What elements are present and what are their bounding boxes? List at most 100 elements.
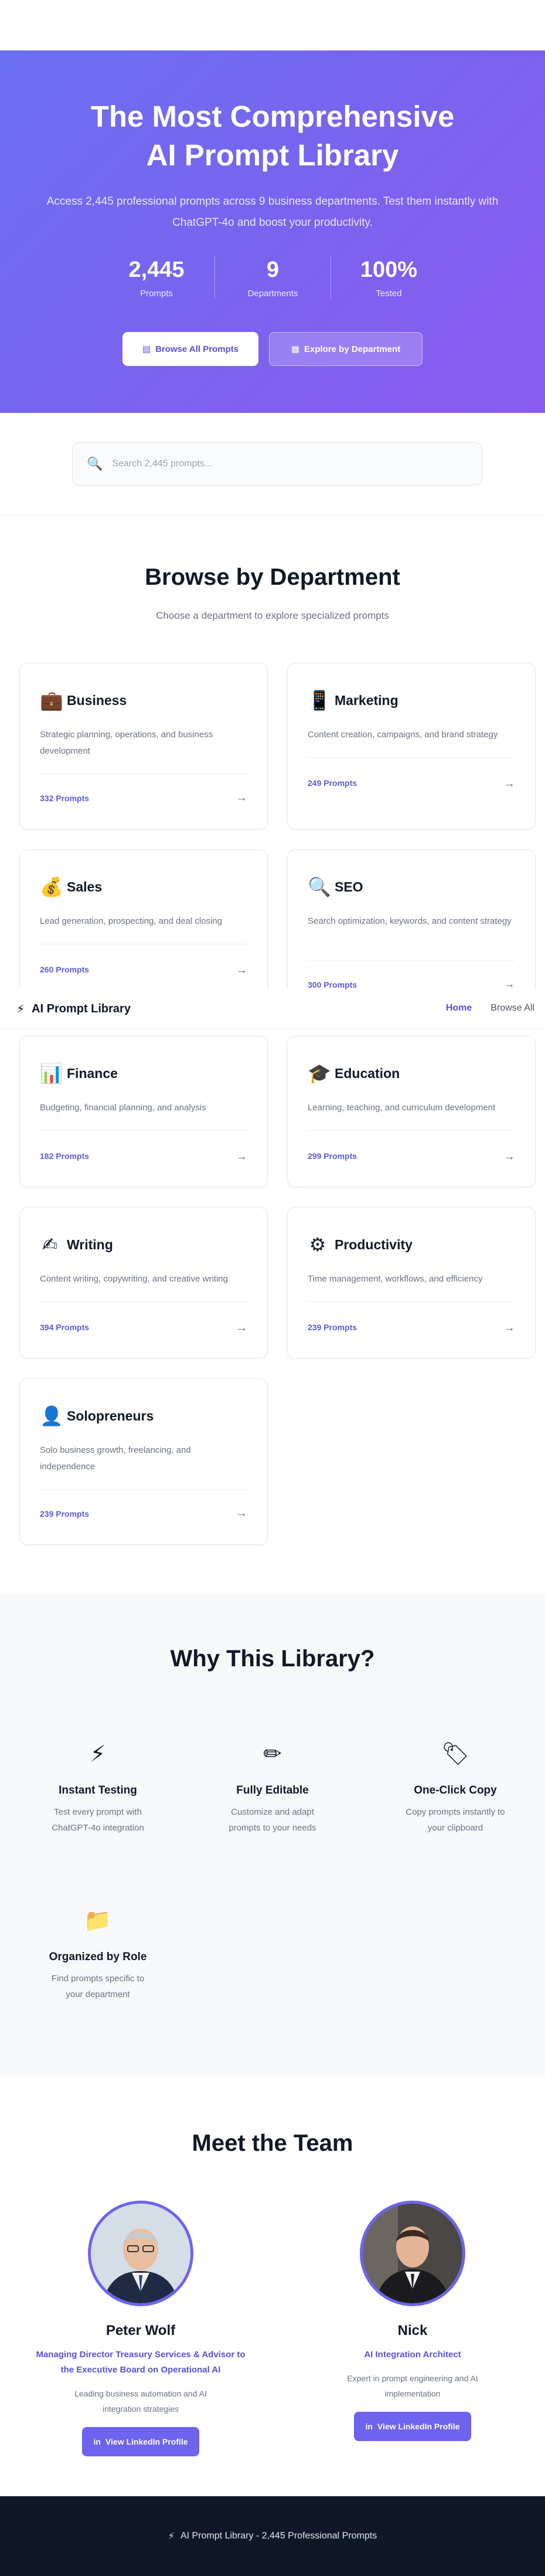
money-bag-icon: 💰 bbox=[40, 876, 63, 897]
arrow-right-icon: → bbox=[503, 1150, 515, 1163]
hero-subtitle: Access 2,445 professional prompts across… bbox=[35, 191, 510, 233]
arrow-right-icon: → bbox=[236, 1321, 247, 1334]
avatar bbox=[360, 2201, 465, 2306]
building-icon: ▦ bbox=[291, 344, 299, 354]
card-divider bbox=[308, 757, 515, 758]
feature-one-click-copy: 🏷 One-Click Copy Copy prompts instantly … bbox=[370, 1741, 540, 1836]
stats-row: 2,445 Prompts 9 Departments 100% Tested bbox=[0, 256, 545, 299]
department-card-business[interactable]: 💼 Business Strategic planning, operations… bbox=[19, 663, 268, 829]
card-divider bbox=[40, 1130, 247, 1131]
prompt-count: 299 Prompts bbox=[308, 1151, 357, 1161]
phone-icon: 📱 bbox=[308, 690, 331, 711]
person-icon: 👤 bbox=[40, 1405, 63, 1426]
browse-all-button[interactable]: ▤ Browse All Prompts bbox=[122, 332, 258, 366]
department-name: SEO bbox=[335, 879, 363, 894]
arrow-right-icon: → bbox=[236, 791, 247, 804]
department-card-productivity[interactable]: ⚙ Productivity Time management, workflows… bbox=[287, 1207, 536, 1358]
department-card-writing[interactable]: ✍ Writing Content writing, copywriting, a… bbox=[19, 1207, 268, 1358]
feature-title: Fully Editable bbox=[236, 1784, 309, 1797]
nav-brand[interactable]: ⚡ AI Prompt Library bbox=[16, 1002, 131, 1016]
why-title: Why This Library? bbox=[170, 1646, 375, 1672]
department-card-education[interactable]: 🎓 Education Learning, teaching, and curri… bbox=[287, 1036, 536, 1187]
chart-icon: 📊 bbox=[40, 1063, 63, 1084]
department-name: Productivity bbox=[335, 1236, 413, 1252]
portrait-image bbox=[363, 2204, 462, 2303]
feature-title: Instant Testing bbox=[59, 1784, 137, 1797]
hero-section: The Most Comprehensive AI Prompt Library… bbox=[0, 50, 545, 413]
feature-instant-testing: ⚡ Instant Testing Test every prompt with… bbox=[13, 1741, 183, 1836]
prompt-count: 332 Prompts bbox=[40, 794, 90, 803]
stat-value: 9 bbox=[266, 257, 280, 282]
nav-link-home[interactable]: Home bbox=[446, 1003, 472, 1014]
department-name: Marketing bbox=[335, 692, 398, 708]
books-icon: ▤ bbox=[142, 344, 151, 354]
hero-subtitle-line2: ChatGPT-4o and boost your productivity. bbox=[172, 216, 373, 229]
lightning-icon: ⚡ bbox=[168, 2531, 175, 2541]
department-description: Strategic planning, operations, and busi… bbox=[40, 730, 213, 756]
explore-department-button[interactable]: ▦ Explore by Department bbox=[269, 332, 423, 366]
browse-subtitle: Choose a department to explore specializ… bbox=[156, 610, 389, 621]
search-input[interactable] bbox=[112, 459, 441, 469]
magnifier-icon: 🔍 bbox=[308, 876, 331, 897]
stat-label: Departments bbox=[247, 289, 298, 299]
card-divider bbox=[308, 1301, 515, 1302]
department-name: Writing bbox=[67, 1236, 113, 1252]
department-description: Lead generation, prospecting, and deal c… bbox=[40, 916, 223, 926]
gear-icon: ⚙ bbox=[309, 1234, 326, 1255]
search-bar[interactable]: 🔍 bbox=[72, 442, 482, 486]
department-name: Sales bbox=[67, 879, 103, 894]
department-description: Content creation, campaigns, and brand s… bbox=[308, 730, 498, 740]
prompt-count: 300 Prompts bbox=[308, 980, 357, 989]
hero-title-line2: AI Prompt Library bbox=[146, 138, 399, 172]
department-card-finance[interactable]: 📊 Finance Budgeting, financial planning, … bbox=[19, 1036, 268, 1187]
briefcase-icon: 💼 bbox=[40, 690, 63, 711]
prompt-count: 239 Prompts bbox=[40, 1509, 90, 1519]
department-card-solopreneurs[interactable]: 👤 Solopreneurs Solo business growth, free… bbox=[19, 1378, 268, 1545]
department-card-marketing[interactable]: 📱 Marketing Content creation, campaigns, … bbox=[287, 663, 536, 829]
prompt-count: 249 Prompts bbox=[308, 778, 357, 788]
writing-hand-icon: ✍ bbox=[42, 1234, 58, 1255]
member-role: Managing Director Treasury Services & Ad… bbox=[36, 2350, 246, 2375]
hero-title: The Most Comprehensive AI Prompt Library bbox=[0, 97, 545, 175]
arrow-right-icon: → bbox=[236, 964, 247, 977]
linkedin-button-nick[interactable]: in View LinkedIn Profile bbox=[354, 2412, 471, 2441]
folder-icon: 📁 bbox=[84, 1909, 112, 1933]
member-name: Nick bbox=[397, 2323, 428, 2338]
card-divider bbox=[40, 1489, 247, 1490]
department-name: Solopreneurs bbox=[67, 1408, 154, 1423]
nav-link-browse-all[interactable]: Browse All bbox=[491, 1003, 534, 1014]
footer: ⚡ AI Prompt Library - 2,445 Professional… bbox=[0, 2496, 545, 2576]
linkedin-icon: in bbox=[365, 2422, 373, 2431]
member-bio: Leading business automation and AI integ… bbox=[74, 2389, 207, 2414]
linkedin-icon: in bbox=[93, 2437, 101, 2446]
prompt-count: 260 Prompts bbox=[40, 965, 90, 974]
arrow-right-icon: → bbox=[503, 1321, 515, 1334]
linkedin-button-label: View LinkedIn Profile bbox=[105, 2437, 188, 2446]
stat-value: 100% bbox=[360, 257, 418, 282]
feature-organized-by-role: 📁 Organized by Role Find prompts specifi… bbox=[13, 1907, 183, 2002]
hero-buttons: ▤ Browse All Prompts ▦ Explore by Depart… bbox=[0, 332, 545, 366]
stat-label: Prompts bbox=[140, 289, 173, 299]
stat-prompts: 2,445 Prompts bbox=[98, 256, 214, 299]
stat-tested: 100% Tested bbox=[331, 256, 447, 299]
tag-icon: 🏷 bbox=[441, 1742, 470, 1767]
portrait-image bbox=[91, 2204, 190, 2303]
department-name: Finance bbox=[67, 1065, 118, 1081]
lightning-icon: ⚡ bbox=[90, 1742, 106, 1767]
feature-description: Test every prompt with ChatGPT-4o integr… bbox=[52, 1807, 144, 1833]
divider bbox=[0, 515, 545, 516]
lightning-icon: ⚡ bbox=[16, 1003, 25, 1016]
top-nav: ⚡ AI Prompt Library Home Browse All bbox=[0, 990, 545, 1029]
linkedin-button-label: View LinkedIn Profile bbox=[377, 2422, 460, 2431]
graduation-cap-icon: 🎓 bbox=[308, 1063, 331, 1084]
arrow-right-icon: → bbox=[503, 978, 515, 991]
team-member-peter: Peter Wolf Managing Director Treasury Se… bbox=[18, 2201, 264, 2456]
feature-title: One-Click Copy bbox=[414, 1784, 497, 1797]
explore-label: Explore by Department bbox=[304, 344, 401, 354]
linkedin-button-peter[interactable]: in View LinkedIn Profile bbox=[82, 2427, 199, 2456]
department-description: Search optimization, keywords, and conte… bbox=[308, 916, 512, 926]
member-role: AI Integration Architect bbox=[364, 2350, 461, 2360]
arrow-right-icon: → bbox=[236, 1150, 247, 1163]
footer-text: AI Prompt Library - 2,445 Professional P… bbox=[180, 2531, 377, 2541]
member-bio: Expert in prompt engineering and AI impl… bbox=[347, 2374, 478, 2398]
